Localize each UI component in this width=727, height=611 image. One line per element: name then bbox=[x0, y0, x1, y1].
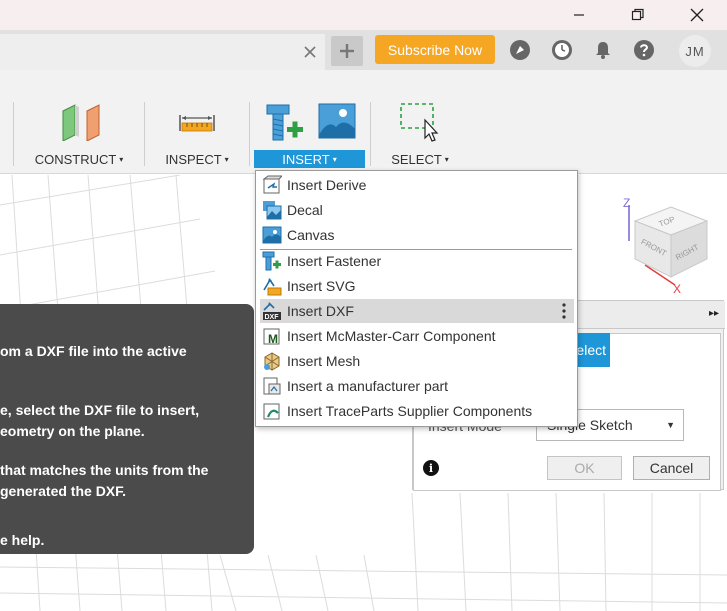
x-axis-label: X bbox=[673, 282, 681, 296]
select-window-icon[interactable] bbox=[399, 102, 441, 145]
tooltip-line: e, select the DXF file to insert, bbox=[0, 402, 200, 418]
extensions-icon bbox=[510, 40, 530, 60]
manufacturer-part-icon bbox=[261, 375, 283, 397]
menu-item-decal[interactable]: Decal bbox=[260, 198, 574, 222]
menu-item-insert-svg[interactable]: Insert SVG bbox=[260, 274, 574, 298]
insert-menu-button[interactable]: INSERT ▾ bbox=[254, 150, 365, 168]
close-icon bbox=[690, 8, 704, 22]
derive-icon bbox=[261, 174, 283, 196]
tab-close-button[interactable] bbox=[298, 40, 322, 64]
inspect-menu-button[interactable]: INSPECT ▾ bbox=[156, 150, 238, 168]
construct-menu-button[interactable]: CONSTRUCT ▾ bbox=[26, 150, 132, 168]
svg-icon bbox=[261, 275, 283, 297]
restore-icon bbox=[631, 8, 644, 21]
help-button[interactable] bbox=[631, 37, 657, 63]
chevron-down-icon: ▼ bbox=[666, 420, 675, 430]
construct-plane-icon[interactable] bbox=[61, 103, 101, 144]
more-options-icon[interactable] bbox=[562, 303, 566, 322]
minimize-button[interactable] bbox=[559, 2, 599, 28]
new-tab-button[interactable] bbox=[331, 36, 363, 66]
menu-item-insert-fastener[interactable]: Insert Fastener bbox=[260, 249, 574, 273]
mcmaster-icon-text: M bbox=[268, 332, 278, 346]
extensions-button[interactable] bbox=[507, 37, 533, 63]
menu-item-insert-a-manufacturer-part[interactable]: Insert a manufacturer part bbox=[260, 374, 574, 398]
tooltip-line: generated the DXF. bbox=[0, 483, 127, 499]
dxf-icon-text: DXF bbox=[265, 314, 280, 321]
menu-item-canvas[interactable]: Canvas bbox=[260, 223, 574, 247]
decal-icon bbox=[261, 199, 283, 221]
measure-icon[interactable] bbox=[179, 112, 215, 137]
cancel-button[interactable]: Cancel bbox=[633, 456, 710, 480]
close-tab-icon bbox=[304, 46, 316, 58]
insert-fastener-icon[interactable] bbox=[265, 103, 305, 146]
info-icon[interactable]: i bbox=[423, 460, 439, 476]
tooltip-line: eometry on the plane. bbox=[0, 423, 145, 439]
mcmaster-icon: M bbox=[261, 325, 283, 347]
job-status-button[interactable] bbox=[549, 37, 575, 63]
toolbar-separator bbox=[13, 102, 14, 166]
help-icon bbox=[634, 40, 654, 60]
bell-icon bbox=[596, 42, 610, 59]
tooltip-line: om a DXF file into the active bbox=[0, 343, 187, 359]
clock-icon bbox=[552, 40, 572, 60]
help-tooltip: om a DXF file into the active e, select … bbox=[0, 304, 254, 554]
mesh-icon bbox=[261, 350, 283, 372]
toolbar-separator bbox=[144, 102, 145, 166]
canvas-icon bbox=[261, 224, 283, 246]
select-menu-button[interactable]: SELECT ▾ bbox=[380, 150, 460, 168]
menu-item-insert-dxf[interactable]: DXF Insert DXF bbox=[260, 299, 574, 323]
menu-item-insert-traceparts-supplier-components[interactable]: Insert TraceParts Supplier Components bbox=[260, 399, 574, 423]
menu-item-insert-mcmaster-carr-component[interactable]: M Insert McMaster-Carr Component bbox=[260, 324, 574, 348]
toolbar-separator bbox=[370, 102, 371, 166]
insert-dropdown-menu: Insert Derive Decal Canvas Insert Fasten… bbox=[255, 170, 578, 427]
toolbar-separator bbox=[249, 102, 250, 166]
notifications-button[interactable] bbox=[590, 37, 616, 63]
window-title-bar bbox=[0, 0, 727, 30]
traceparts-icon bbox=[261, 400, 283, 422]
expand-dialog-icon[interactable]: ▸▸ bbox=[709, 308, 719, 319]
document-tab-strip bbox=[0, 30, 727, 70]
user-avatar[interactable]: JM bbox=[679, 35, 711, 67]
view-cube[interactable]: Z X TOP FRONT RIGHT bbox=[615, 193, 725, 298]
dxf-icon: DXF bbox=[261, 300, 283, 322]
menu-item-insert-mesh[interactable]: Insert Mesh bbox=[260, 349, 574, 373]
close-window-button[interactable] bbox=[677, 2, 717, 28]
subscribe-button[interactable]: Subscribe Now bbox=[375, 35, 495, 64]
plus-icon bbox=[340, 44, 354, 58]
tooltip-line: that matches the units from the bbox=[0, 462, 209, 478]
restore-button[interactable] bbox=[618, 2, 658, 28]
document-tab[interactable] bbox=[0, 34, 325, 70]
menu-item-insert-derive[interactable]: Insert Derive bbox=[260, 173, 574, 197]
fastener-icon bbox=[261, 250, 283, 272]
ok-button[interactable]: OK bbox=[547, 456, 622, 480]
insert-image-icon[interactable] bbox=[318, 103, 356, 142]
minimize-icon bbox=[574, 14, 584, 16]
tooltip-line: e help. bbox=[0, 532, 45, 548]
z-axis-label: Z bbox=[623, 196, 630, 210]
